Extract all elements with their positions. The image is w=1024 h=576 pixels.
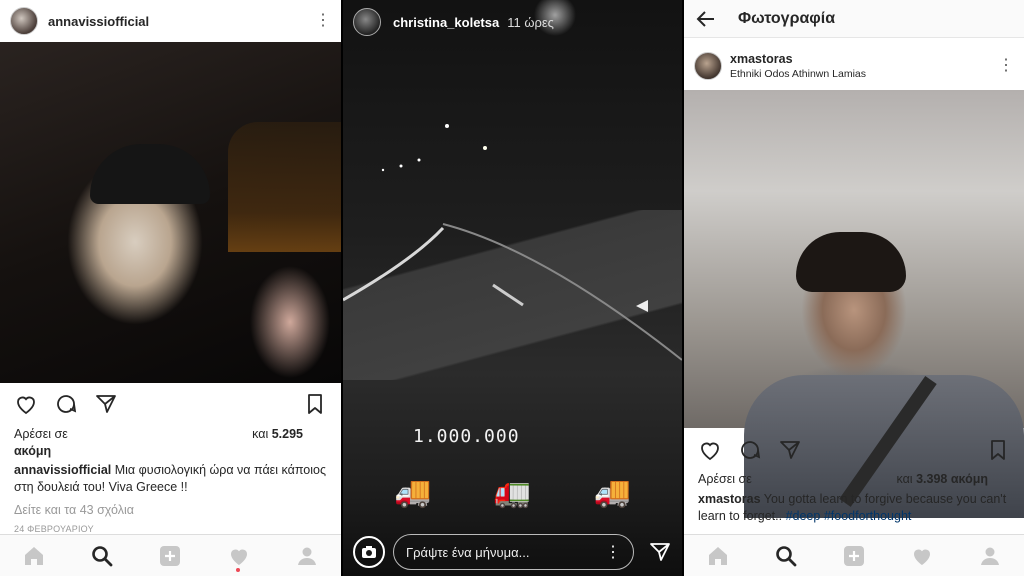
bookmark-icon[interactable] bbox=[303, 392, 327, 416]
camera-button[interactable] bbox=[353, 536, 385, 568]
post-actions bbox=[0, 384, 341, 424]
truck-emojis: 🚚 🚛 🚚 bbox=[343, 478, 682, 508]
likes-count-wrap: και 5.295 bbox=[252, 427, 303, 441]
likes-prefix: Αρέσει σε bbox=[698, 472, 752, 486]
more-icon[interactable]: ⋮ bbox=[315, 13, 331, 29]
add-icon[interactable] bbox=[158, 544, 182, 568]
post-panel-xmastoras: Φωτογραφία xmastoras Ethniki Odos Athinw… bbox=[684, 0, 1024, 576]
home-icon[interactable] bbox=[22, 544, 46, 568]
post-username[interactable]: annavissiofficial bbox=[48, 14, 149, 29]
activity-heart-icon[interactable] bbox=[910, 544, 934, 568]
message-input[interactable]: Γράψτε ένα μήνυμα... ⋮ bbox=[393, 534, 634, 570]
home-icon[interactable] bbox=[706, 544, 730, 568]
view-comments-link[interactable]: Δείτε και τα 43 σχόλια bbox=[14, 503, 134, 517]
screen-title: Φωτογραφία bbox=[738, 9, 836, 27]
likes-and: και bbox=[252, 427, 269, 441]
likes-row[interactable]: Αρέσει σε και 5.295 bbox=[14, 427, 303, 441]
send-icon[interactable] bbox=[778, 438, 802, 462]
bottom-nav bbox=[0, 534, 341, 576]
caption-username[interactable]: annavissiofficial bbox=[14, 463, 111, 477]
heart-icon[interactable] bbox=[14, 392, 38, 416]
story-header: christina_koletsa 11 ώρες bbox=[353, 8, 672, 36]
avatar[interactable] bbox=[10, 7, 38, 35]
post-actions bbox=[684, 430, 1024, 470]
likes-and: και bbox=[896, 472, 913, 486]
avatar[interactable] bbox=[694, 52, 722, 80]
avatar[interactable] bbox=[353, 8, 381, 36]
message-placeholder: Γράψτε ένα μήνυμα... bbox=[406, 544, 530, 560]
truck-emoji: 🚛 bbox=[493, 476, 532, 509]
truck-emoji: 🚚 bbox=[593, 476, 631, 509]
bottom-nav bbox=[684, 534, 1024, 576]
hashtag-link[interactable]: #foodforthought bbox=[824, 509, 912, 523]
post-photo[interactable] bbox=[0, 42, 341, 383]
likes-row[interactable]: Αρέσει σε και 3.398 ακόμη bbox=[698, 472, 988, 486]
back-arrow-icon[interactable] bbox=[696, 9, 716, 29]
heart-icon[interactable] bbox=[698, 438, 722, 462]
caption-username[interactable]: xmastoras bbox=[698, 492, 761, 506]
likes-more[interactable]: ακόμη bbox=[14, 444, 51, 458]
post-header: annavissiofficial ⋮ bbox=[0, 0, 341, 42]
notification-dot bbox=[236, 568, 240, 572]
post-header: xmastoras Ethniki Odos Athinwn Lamias ⋮ bbox=[684, 46, 1024, 86]
likes-count: 5.295 bbox=[271, 427, 303, 441]
bookmark-icon[interactable] bbox=[986, 438, 1010, 462]
profile-icon[interactable] bbox=[295, 544, 319, 568]
story-time: 11 ώρες bbox=[507, 14, 554, 30]
story-panel: christina_koletsa 11 ώρες 1.000.000 🚚 🚛 … bbox=[343, 0, 682, 576]
camera-icon bbox=[362, 546, 376, 558]
likes-count: 3.398 bbox=[916, 472, 948, 486]
truck-emoji: 🚚 bbox=[394, 476, 432, 509]
more-icon[interactable]: ⋮ bbox=[998, 58, 1014, 74]
post-meta: xmastoras Ethniki Odos Athinwn Lamias bbox=[730, 52, 866, 80]
likes-prefix: Αρέσει σε bbox=[14, 427, 68, 441]
add-icon[interactable] bbox=[842, 544, 866, 568]
send-icon[interactable] bbox=[94, 392, 118, 416]
likes-count-wrap: και 3.398 ακόμη bbox=[896, 472, 988, 486]
comment-icon[interactable] bbox=[54, 392, 78, 416]
post-caption: xmastoras You gotta learn to forgive bec… bbox=[698, 491, 1010, 525]
story-username[interactable]: christina_koletsa bbox=[393, 15, 499, 30]
post-photo[interactable] bbox=[684, 90, 1024, 518]
hashtag-link[interactable]: #deep bbox=[786, 509, 821, 523]
cap bbox=[90, 144, 210, 204]
send-icon[interactable] bbox=[648, 540, 672, 564]
search-icon[interactable] bbox=[90, 544, 114, 568]
likes-more: ακόμη bbox=[950, 472, 988, 486]
more-icon[interactable]: ⋮ bbox=[605, 542, 621, 562]
post-date: 24 ΦΕΒΡΟΥΑΡΙΟΥ bbox=[14, 524, 94, 534]
story-overlay-text: 1.000.000 bbox=[413, 426, 520, 447]
profile-icon[interactable] bbox=[978, 544, 1002, 568]
post-location[interactable]: Ethniki Odos Athinwn Lamias bbox=[730, 68, 866, 80]
top-bar: Φωτογραφία bbox=[684, 0, 1024, 38]
hair bbox=[796, 232, 906, 292]
post-caption: annavissiofficial Μια φυσιολογική ώρα να… bbox=[14, 462, 327, 496]
search-icon[interactable] bbox=[774, 544, 798, 568]
car-window bbox=[228, 122, 341, 252]
activity-heart-icon[interactable] bbox=[227, 544, 251, 568]
post-username[interactable]: xmastoras bbox=[730, 52, 866, 66]
post-panel-annavissi: annavissiofficial ⋮ Αρέσει σε και 5.295 … bbox=[0, 0, 341, 576]
comment-icon[interactable] bbox=[738, 438, 762, 462]
story-reply-bar: Γράψτε ένα μήνυμα... ⋮ bbox=[353, 534, 672, 570]
